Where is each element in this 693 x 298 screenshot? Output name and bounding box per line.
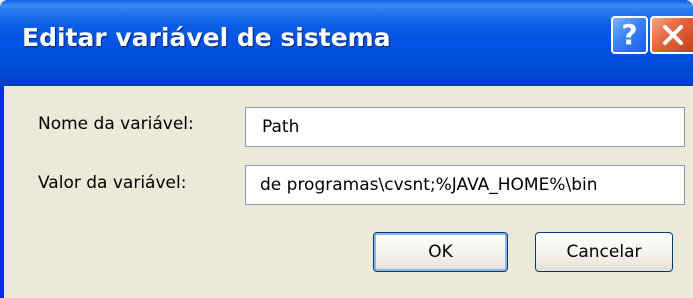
help-icon: ? — [621, 18, 638, 51]
close-button[interactable] — [650, 16, 693, 54]
dialog-body: Nome da variável: Valor da variável: OK … — [4, 86, 693, 298]
title-bar[interactable]: Editar variável de sistema ? — [0, 0, 693, 86]
variable-value-input[interactable] — [245, 165, 685, 205]
variable-name-label: Nome da variável: — [38, 114, 194, 134]
close-icon — [662, 25, 683, 45]
window-title: Editar variável de sistema — [22, 23, 391, 52]
variable-value-label: Valor da variável: — [38, 173, 187, 193]
cancel-button[interactable]: Cancelar — [535, 232, 673, 272]
help-button[interactable]: ? — [611, 16, 648, 54]
variable-name-input[interactable] — [245, 107, 685, 147]
ok-button[interactable]: OK — [373, 232, 508, 272]
